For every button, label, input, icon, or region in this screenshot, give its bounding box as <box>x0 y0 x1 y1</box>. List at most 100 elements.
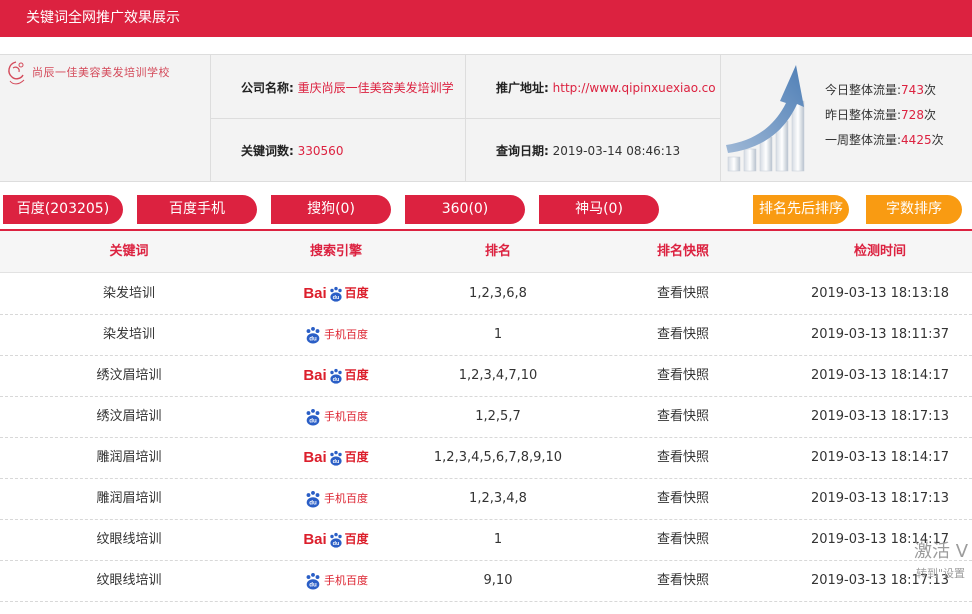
query-date-value: 2019-03-14 08:46:13 <box>552 144 681 158</box>
week-traffic: 一周整体流量:4425次 <box>825 128 944 153</box>
tab-sogou[interactable]: 搜狗(0) <box>271 195 391 224</box>
yesterday-traffic-label: 昨日整体流量: <box>825 108 902 122</box>
rank-cell: 1,2,3,4,8 <box>469 491 527 506</box>
keyword-cell: 雕润眉培训 <box>96 491 162 506</box>
rank-cell: 1,2,3,6,8 <box>469 286 527 301</box>
snapshot-link[interactable]: 查看快照 <box>600 437 766 478</box>
check-time-cell: 2019-03-13 18:17:13 <box>810 491 950 506</box>
baidu-mobile-logo-cn: 手机百度 <box>324 574 368 587</box>
column-header-time: 检测时间 <box>853 244 906 259</box>
baidu-logo-cn: 百度 <box>344 532 369 546</box>
table-row: 纹眼线培训 du 手机百度 9,10 查看快照 2019-03-13 18:17:13 <box>0 560 972 602</box>
traffic-stats: 今日整体流量:743次 昨日整体流量:728次 一周整体流量:4425次 <box>825 78 944 153</box>
page-title: 关键词全网推广效果展示 <box>26 10 180 26</box>
rank-cell: 1,2,5,7 <box>475 409 521 424</box>
column-header-keyword: 关键词 <box>109 244 149 259</box>
baidu-paw-icon: du <box>306 326 320 344</box>
baidu-logo-latin: Bai <box>303 285 327 302</box>
keyword-cell: 染发培训 <box>102 286 155 301</box>
baidu-logo-icon: Bai du 百度 <box>303 355 368 396</box>
baidu-logo-cn: 百度 <box>344 368 369 382</box>
table-row: 纹眼线培训 Bai du 百度 1 查看快照 2019-03-13 18:14:17 <box>0 519 972 561</box>
baidu-paw-icon: du <box>329 450 342 466</box>
check-time-cell: 2019-03-13 18:11:37 <box>810 327 950 342</box>
table-row: 绣汶眉培训 du 手机百度 1,2,5,7 查看快照 2019-03-13 18:17:1… <box>0 396 972 438</box>
keyword-cell: 染发培训 <box>102 327 155 342</box>
svg-text:du: du <box>309 581 317 588</box>
baidu-mobile-logo-icon: du 手机百度 <box>304 478 368 519</box>
snapshot-link[interactable]: 查看快照 <box>600 560 766 601</box>
logo-text: 尚辰一佳美容美发培训学校 <box>32 66 170 79</box>
snapshot-link[interactable]: 查看快照 <box>600 478 766 519</box>
snapshot-link[interactable]: 查看快照 <box>600 314 766 355</box>
baidu-mobile-logo-cn: 手机百度 <box>324 410 368 423</box>
check-time-cell: 2019-03-13 18:14:17 <box>810 368 950 383</box>
table-header: 关键词 搜索引擎 排名 排名快照 检测时间 <box>0 231 972 273</box>
engine-cell: du 手机百度 <box>253 314 419 355</box>
baidu-logo-latin: Bai <box>303 367 327 384</box>
baidu-paw-icon: du <box>329 368 342 384</box>
baidu-paw-icon: du <box>306 408 320 426</box>
svg-text:du: du <box>309 499 317 506</box>
baidu-logo-icon: Bai du 百度 <box>303 437 368 478</box>
snapshot-link[interactable]: 查看快照 <box>600 273 766 314</box>
snapshot-link[interactable]: 查看快照 <box>600 519 766 560</box>
keyword-cell: 绣汶眉培训 <box>96 368 162 383</box>
engine-cell: du 手机百度 <box>253 560 419 601</box>
baidu-logo-icon: Bai du 百度 <box>303 519 368 560</box>
tab-shenma[interactable]: 神马(0) <box>539 195 659 224</box>
baidu-logo-icon: Bai du 百度 <box>303 273 368 314</box>
sort-by-rank-button[interactable]: 排名先后排序 <box>753 195 849 224</box>
keyword-cell: 雕润眉培训 <box>96 450 162 465</box>
company-name-value: 重庆尚辰一佳美容美发培训学 <box>297 81 454 95</box>
svg-text:du: du <box>332 377 339 383</box>
engine-cell: Bai du 百度 <box>253 437 419 478</box>
snapshot-link[interactable]: 查看快照 <box>600 396 766 437</box>
tab-baidu[interactable]: 百度(203205) <box>3 195 123 224</box>
promo-url-field: 推广地址: http://www.qipinxuexiao.co <box>496 79 718 96</box>
snapshot-link[interactable]: 查看快照 <box>600 355 766 396</box>
engine-tabs: 百度(203205) 百度手机(127355) 搜狗(0) 360(0) 神马(… <box>0 195 972 246</box>
table-row: 绣汶眉培训 Bai du 百度 1,2,3,4,7,10 查看快照 2019-03-13 1… <box>0 355 972 397</box>
today-traffic-unit: 次 <box>923 83 936 97</box>
yesterday-traffic: 昨日整体流量:728次 <box>825 103 944 128</box>
baidu-logo-cn: 百度 <box>344 286 369 300</box>
sort-by-length-button[interactable]: 字数排序 <box>866 195 962 224</box>
company-info-panel: 尚辰一佳美容美发培训学校 公司名称: 重庆尚辰一佳美容美发培训学 推广地址: h… <box>0 54 972 182</box>
keyword-count-field: 关键词数: 330560 <box>241 142 463 159</box>
company-name-label: 公司名称: <box>241 81 294 95</box>
column-header-snapshot: 排名快照 <box>656 244 709 259</box>
engine-cell: du 手机百度 <box>253 478 419 519</box>
keyword-count-value: 330560 <box>297 144 344 158</box>
week-traffic-unit: 次 <box>931 133 944 147</box>
baidu-paw-icon: du <box>306 490 320 508</box>
svg-text:du: du <box>332 459 339 465</box>
keyword-count-label: 关键词数: <box>241 144 294 158</box>
table-row: 染发培训 du 手机百度 1 查看快照 2019-03-13 18:11:37 <box>0 314 972 356</box>
check-time-cell: 2019-03-13 18:17:13 <box>810 409 950 424</box>
rank-cell: 1 <box>493 532 503 547</box>
rank-cell: 1,2,3,4,7,10 <box>458 368 538 383</box>
today-traffic-value: 743 <box>901 83 924 97</box>
svg-text:du: du <box>332 541 339 547</box>
week-traffic-value: 4425 <box>901 133 932 147</box>
baidu-logo-latin: Bai <box>303 531 327 548</box>
today-traffic-label: 今日整体流量: <box>825 83 902 97</box>
keyword-cell: 纹眼线培训 <box>96 573 162 588</box>
svg-text:du: du <box>332 295 339 301</box>
baidu-paw-icon: du <box>329 532 342 548</box>
company-name-field: 公司名称: 重庆尚辰一佳美容美发培训学 <box>241 79 463 96</box>
promo-url-label: 推广地址: <box>496 81 549 95</box>
week-traffic-label: 一周整体流量: <box>825 133 902 147</box>
engine-cell: du 手机百度 <box>253 396 419 437</box>
tab-baidu-mobile[interactable]: 百度手机(127355) <box>137 195 257 246</box>
column-header-rank: 排名 <box>484 244 511 259</box>
baidu-mobile-logo-icon: du 手机百度 <box>304 560 368 601</box>
baidu-mobile-logo-cn: 手机百度 <box>324 492 368 505</box>
engine-cell: Bai du 百度 <box>253 519 419 560</box>
engine-cell: Bai du 百度 <box>253 273 419 314</box>
tab-360[interactable]: 360(0) <box>405 195 525 224</box>
column-header-engine: 搜索引擎 <box>309 244 362 259</box>
promo-url-link[interactable]: http://www.qipinxuexiao.co <box>553 81 716 95</box>
check-time-cell: 2019-03-13 18:13:18 <box>810 286 950 301</box>
